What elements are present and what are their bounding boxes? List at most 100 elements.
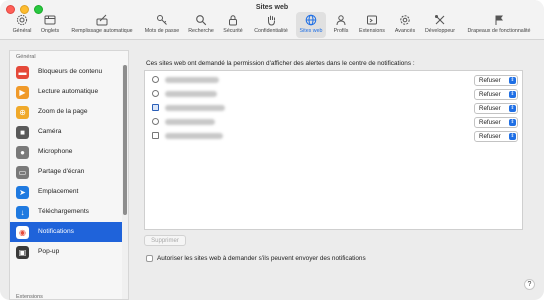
advanced-gear-icon (400, 15, 410, 25)
notification-icon: ◉ (16, 226, 29, 239)
website-name-redacted (165, 77, 219, 83)
permission-select[interactable]: Refuser ⇕ (474, 75, 518, 86)
tab-profiles[interactable]: Profils (330, 14, 352, 38)
tab-search-label: Recherche (188, 28, 214, 34)
tab-security[interactable]: Sécurité (220, 14, 246, 38)
permission-select[interactable]: Refuser ⇕ (474, 131, 518, 142)
lock-icon (229, 15, 237, 26)
website-row[interactable]: Refuser ⇕ (145, 73, 522, 87)
tab-websites-label: Sites web (299, 28, 323, 34)
hand-icon (268, 15, 275, 26)
sidebar-item-microphone[interactable]: ● Microphone (10, 142, 122, 162)
permission-value: Refuser (479, 77, 501, 84)
popup-icon: ▣ (16, 246, 29, 259)
autofill-icon (96, 14, 108, 26)
allow-notification-requests-label: Autoriser les sites web à demander s'ils… (157, 255, 366, 262)
tab-security-label: Sécurité (223, 28, 243, 34)
tab-profiles-label: Profils (333, 28, 349, 34)
content-blocker-icon: ▬ (16, 66, 29, 79)
toolbar: Sites web Général Onglets Remplissage au… (0, 0, 544, 40)
tab-passwords[interactable]: Mots de passe (142, 14, 182, 38)
key-icon (157, 15, 167, 25)
screen-share-icon: ▭ (16, 166, 29, 179)
website-name-redacted (165, 119, 215, 125)
sidebar-scroll-thumb[interactable] (123, 65, 127, 215)
sidebar-item-label: Caméra (38, 128, 62, 135)
website-name-redacted (165, 133, 223, 139)
flags-icon (495, 15, 503, 25)
sidebar-item-location[interactable]: ➤ Emplacement (10, 182, 122, 202)
sidebar-item-autoplay[interactable]: ▶ Lecture automatique (10, 82, 122, 102)
website-name-redacted (165, 105, 225, 111)
sidebar-item-camera[interactable]: ■ Caméra (10, 122, 122, 142)
notifications-description: Ces sites web ont demandé la permission … (146, 60, 415, 67)
sidebar-item-downloads[interactable]: ↓ Téléchargements (10, 202, 122, 222)
tab-tabs[interactable]: Onglets (38, 14, 62, 38)
tab-advanced-label: Avancés (394, 28, 416, 34)
download-icon: ↓ (16, 206, 29, 219)
sidebar-scrollbar[interactable] (122, 65, 128, 299)
tab-privacy-label: Confidentialité (254, 28, 288, 34)
tab-advanced[interactable]: Avancés (391, 14, 419, 38)
sidebar-item-page-zoom[interactable]: ⊕ Zoom de la page (10, 102, 122, 122)
microphone-icon: ● (16, 146, 29, 159)
chevron-updown-icon: ⇕ (509, 133, 516, 140)
site-favicon (152, 104, 159, 111)
tab-tabs-label: Onglets (40, 28, 60, 34)
permission-value: Refuser (479, 91, 501, 98)
location-icon: ➤ (16, 186, 29, 199)
extensions-icon (367, 15, 377, 25)
sidebar-item-screen-sharing[interactable]: ▭ Partage d'écran (10, 162, 122, 182)
permission-select[interactable]: Refuser ⇕ (474, 103, 518, 114)
sidebar-item-label: Microphone (38, 148, 73, 155)
allow-notification-requests-checkbox[interactable] (146, 255, 153, 262)
globe-icon (152, 118, 159, 125)
sidebar-item-notifications[interactable]: ◉ Notifications (10, 222, 122, 242)
tab-general-label: Général (12, 28, 32, 34)
tab-passwords-label: Mots de passe (144, 28, 180, 34)
sidebar-item-content-blockers[interactable]: ▬ Bloqueurs de contenu (10, 62, 122, 82)
globe-icon (305, 14, 317, 26)
chevron-updown-icon: ⇕ (509, 91, 516, 98)
website-row[interactable]: Refuser ⇕ (145, 129, 522, 143)
website-row[interactable]: Refuser ⇕ (145, 101, 522, 115)
play-icon: ▶ (16, 86, 29, 99)
sidebar-item-label: Notifications (38, 228, 74, 235)
tab-autofill[interactable]: Remplissage automatique (66, 14, 138, 38)
sidebar-item-label: Lecture automatique (38, 88, 99, 95)
sidebar-item-popups[interactable]: ▣ Pop-up (10, 242, 122, 262)
tab-autofill-label: Remplissage automatique (71, 28, 133, 34)
tab-general[interactable]: Général (10, 14, 34, 38)
sidebar-item-label: Partage d'écran (38, 168, 85, 175)
globe-icon (152, 90, 159, 97)
sidebar-item-label: Emplacement (38, 188, 79, 195)
website-row[interactable]: Refuser ⇕ (145, 115, 522, 129)
tab-search[interactable]: Recherche (186, 14, 216, 38)
gear-icon (16, 14, 28, 26)
sidebar-section-general: Général (16, 54, 36, 60)
permission-value: Refuser (479, 119, 501, 126)
preferences-window: Sites web Général Onglets Remplissage au… (0, 0, 544, 300)
permission-value: Refuser (479, 105, 501, 112)
chevron-updown-icon: ⇕ (509, 77, 516, 84)
tab-feature-flags[interactable]: Drapeaux de fonctionnalité (462, 14, 536, 38)
tab-developer[interactable]: Développeur (422, 14, 458, 38)
help-button[interactable]: ? (524, 279, 535, 290)
chevron-updown-icon: ⇕ (509, 105, 516, 112)
tab-feature-flags-label: Drapeaux de fonctionnalité (467, 28, 531, 34)
tab-privacy[interactable]: Confidentialité (249, 14, 293, 38)
website-permission-list: Refuser ⇕ Refuser ⇕ Refuser ⇕ Refuser ⇕ … (144, 70, 523, 230)
sidebar-item-label: Bloqueurs de contenu (38, 68, 103, 75)
tab-extensions[interactable]: Extensions (356, 14, 388, 38)
sidebar-item-label: Zoom de la page (38, 108, 88, 115)
permission-select[interactable]: Refuser ⇕ (474, 117, 518, 128)
zoom-icon: ⊕ (16, 106, 29, 119)
tab-extensions-label: Extensions (359, 28, 385, 34)
website-row[interactable]: Refuser ⇕ (145, 87, 522, 101)
remove-button[interactable]: Supprimer (144, 235, 186, 246)
tab-websites[interactable]: Sites web (296, 14, 326, 38)
globe-icon (152, 76, 159, 83)
site-favicon (152, 132, 159, 139)
sidebar-section-extensions: Extensions (16, 294, 43, 300)
permission-select[interactable]: Refuser ⇕ (474, 89, 518, 100)
